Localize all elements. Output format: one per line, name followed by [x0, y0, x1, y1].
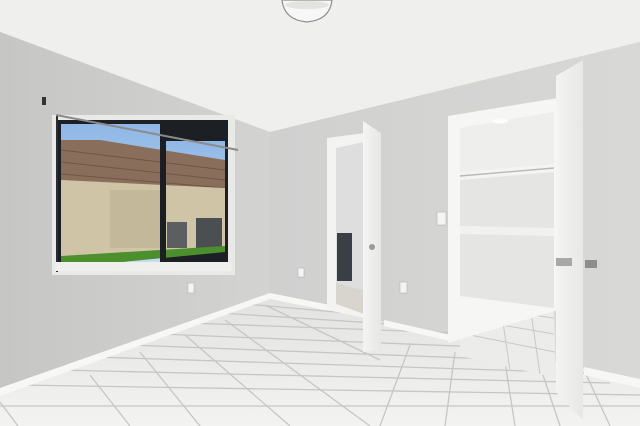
- closet-door: [556, 60, 583, 420]
- closet-light-icon: [492, 118, 508, 124]
- wall-hook-icon: [42, 97, 46, 105]
- outlet-icon: [297, 267, 305, 278]
- window-sill: [55, 262, 231, 271]
- door-handle-icon: [369, 244, 375, 250]
- closet: [448, 98, 558, 343]
- light-switch-icon: [436, 211, 447, 226]
- outlet-icon: [399, 281, 408, 294]
- room-scene: [0, 0, 640, 426]
- bathroom-doorway: [327, 133, 365, 318]
- ac-unit: [167, 222, 187, 248]
- window: [52, 114, 239, 275]
- bathroom-door: [363, 121, 381, 352]
- vanity-cabinet: [337, 233, 352, 281]
- outlet-icon: [187, 282, 195, 294]
